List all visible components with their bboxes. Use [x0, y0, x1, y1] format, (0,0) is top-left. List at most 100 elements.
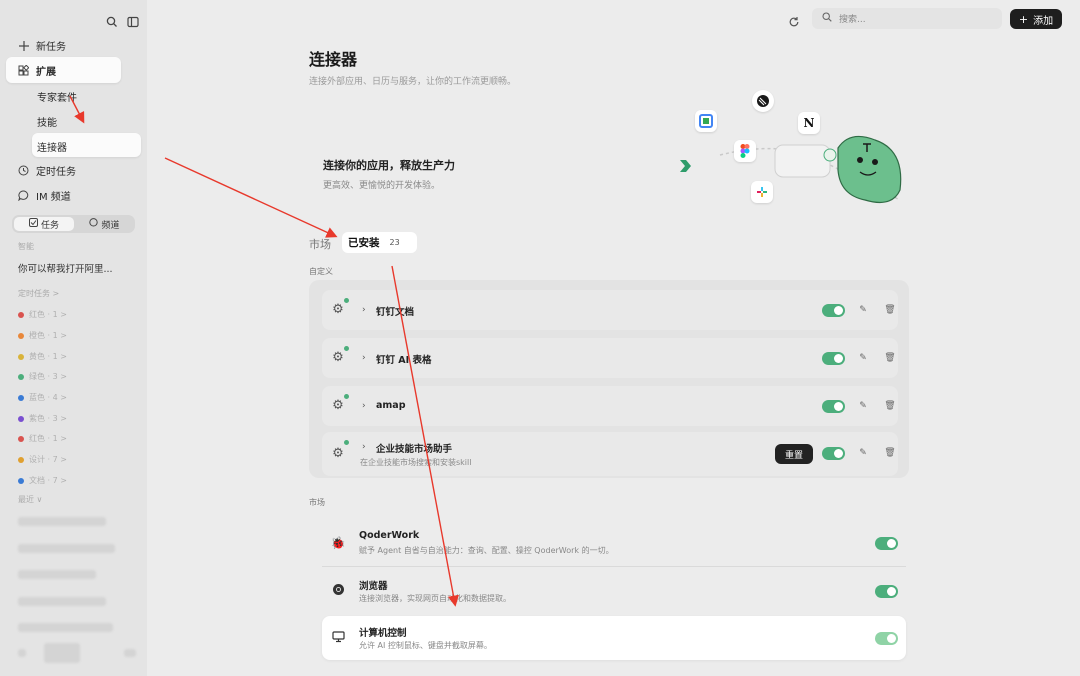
chevron-right-icon[interactable]: ›: [362, 401, 366, 411]
enable-toggle[interactable]: [822, 447, 845, 460]
extensions-label: 扩展: [36, 67, 56, 78]
enable-toggle[interactable]: [822, 352, 845, 365]
color-task-item[interactable]: 红色 · 1 >: [18, 433, 67, 444]
trash-icon[interactable]: 🗑: [884, 400, 896, 412]
color-task-label: 紫色 · 3 >: [29, 414, 67, 423]
market-connector-row[interactable]: 浏览器 连接浏览器，实现网页自动化和数据提取。: [322, 569, 906, 613]
status-dot: [344, 346, 349, 351]
color-task-label: 红色 · 1 >: [29, 310, 67, 319]
sidebar-item-im-channel[interactable]: IM 频道: [18, 188, 71, 203]
enable-toggle[interactable]: [822, 304, 845, 317]
chevron-right-icon[interactable]: ›: [362, 353, 366, 363]
task-channel-segment: 任务 频道: [12, 215, 135, 233]
trash-icon[interactable]: 🗑: [884, 304, 896, 316]
color-task-item[interactable]: 橙色 · 1 >: [18, 330, 67, 341]
segment-channels[interactable]: 频道: [76, 217, 133, 231]
scheduled-label: 定时任务: [36, 167, 76, 178]
blurred-item[interactable]: [18, 570, 96, 579]
search-placeholder: 搜索...: [839, 15, 866, 25]
sidebar-item-expert-kit[interactable]: 专家套件: [37, 89, 77, 104]
edit-icon[interactable]: ✎: [857, 352, 869, 364]
refresh-icon[interactable]: [788, 13, 800, 27]
edit-icon[interactable]: ✎: [857, 304, 869, 316]
segment-tasks[interactable]: 任务: [14, 217, 74, 231]
color-dot: [18, 394, 24, 401]
trash-icon[interactable]: 🗑: [884, 352, 896, 364]
blurred-item[interactable]: [18, 623, 113, 632]
color-task-item[interactable]: 绿色 · 3 >: [18, 371, 67, 382]
connector-description: 在企业技能市场搜索和安装skill: [360, 458, 472, 467]
connector-name: 企业技能市场助手: [376, 444, 453, 455]
connector-row[interactable]: ⚙ › 钉钉 AI 表格: [322, 338, 898, 378]
recent-section-label: 智能: [18, 242, 34, 251]
connector-name: 钉钉文档: [376, 307, 415, 318]
enable-toggle[interactable]: [875, 585, 898, 598]
banner-title: 连接你的应用，释放生产力: [323, 159, 455, 172]
sidebar: 新任务 扩展 专家套件 技能 连接器 定时任务 IM 频道 任务 频道 智能 你…: [0, 0, 147, 676]
search-icon[interactable]: [106, 13, 118, 27]
enable-toggle[interactable]: [822, 400, 845, 413]
chat-bubble-icon: [18, 190, 29, 201]
segment-channels-label: 频道: [101, 220, 120, 231]
enable-toggle[interactable]: [875, 632, 898, 645]
sidebar-item-skills[interactable]: 技能: [37, 114, 57, 129]
new-task-button[interactable]: 新任务: [18, 38, 66, 53]
edit-icon[interactable]: ✎: [857, 400, 869, 412]
plus-icon: [18, 40, 29, 51]
extensions-nav[interactable]: 扩展: [18, 63, 56, 78]
connector-name: QoderWork: [359, 530, 420, 541]
color-task-item[interactable]: 紫色 · 3 >: [18, 413, 67, 424]
color-task-item[interactable]: 文档 · 7 >: [18, 475, 67, 486]
blurred-item[interactable]: [18, 597, 106, 606]
blurred-item[interactable]: [18, 544, 115, 553]
new-task-label: 新任务: [36, 42, 66, 53]
color-dot: [18, 435, 24, 442]
market-connector-row-computer-control[interactable]: 计算机控制 允许 AI 控制鼠标、键盘并截取屏幕。: [322, 616, 906, 660]
trash-icon[interactable]: 🗑: [884, 447, 896, 459]
im-channel-label: IM 频道: [36, 192, 71, 203]
checkbox-icon: [28, 218, 38, 230]
divider: [322, 566, 906, 567]
tab-installed-label: 已安装: [348, 237, 380, 249]
color-dot: [18, 332, 24, 339]
add-label: 添加: [1033, 15, 1054, 27]
edit-icon[interactable]: ✎: [857, 447, 869, 459]
sidebar-item-scheduled[interactable]: 定时任务: [18, 163, 76, 178]
chevron-right-icon[interactable]: ›: [362, 442, 366, 452]
blurred-item[interactable]: [18, 517, 106, 526]
blurred-user[interactable]: [44, 643, 80, 663]
color-dot: [18, 456, 24, 463]
chevron-right-icon[interactable]: ›: [362, 305, 366, 315]
plugin-icon: ⚙: [332, 446, 344, 461]
sidebar-toggle-icon[interactable]: [127, 13, 139, 28]
recent-header[interactable]: 最近 ∨: [18, 494, 42, 505]
plus-icon: +: [1018, 12, 1029, 26]
color-dot: [18, 311, 24, 318]
enable-toggle[interactable]: [875, 537, 898, 550]
tab-installed[interactable]: 已安装 23: [342, 232, 417, 253]
color-task-item[interactable]: 设计 · 7 >: [18, 454, 67, 465]
connector-description: 赋予 Agent 自省与自治能力：查询、配置、操控 QoderWork 的一切。: [359, 546, 614, 555]
connector-name: amap: [376, 400, 406, 411]
reset-button[interactable]: 重置: [775, 444, 813, 464]
market-connector-row[interactable]: 🐞 QoderWork 赋予 Agent 自省与自治能力：查询、配置、操控 Qo…: [322, 521, 906, 565]
color-task-label: 蓝色 · 4 >: [29, 393, 67, 402]
page-title: 连接器: [309, 50, 358, 69]
color-task-item[interactable]: 蓝色 · 4 >: [18, 392, 67, 403]
plugin-icon: ⚙: [332, 398, 344, 413]
tasks-header[interactable]: 定时任务 >: [18, 288, 59, 299]
recent-task-item[interactable]: 你可以帮我打开阿里...: [18, 261, 113, 275]
connector-name: 计算机控制: [359, 628, 407, 639]
tab-market[interactable]: 市场: [309, 236, 331, 252]
installed-count-badge: 23: [389, 238, 400, 247]
add-button[interactable]: + 添加: [1010, 9, 1062, 29]
connector-name: 钉钉 AI 表格: [376, 355, 432, 366]
color-task-item[interactable]: 红色 · 1 >: [18, 309, 67, 320]
connectors-label[interactable]: 连接器: [37, 139, 67, 154]
color-task-item[interactable]: 黄色 · 1 >: [18, 351, 67, 362]
connector-row[interactable]: ⚙ › 钉钉文档: [322, 290, 898, 330]
search-input[interactable]: 搜索...: [812, 8, 1002, 29]
market-section-label: 市场: [309, 498, 325, 507]
monitor-icon: [330, 630, 346, 646]
connector-row[interactable]: ⚙ › amap: [322, 386, 898, 426]
